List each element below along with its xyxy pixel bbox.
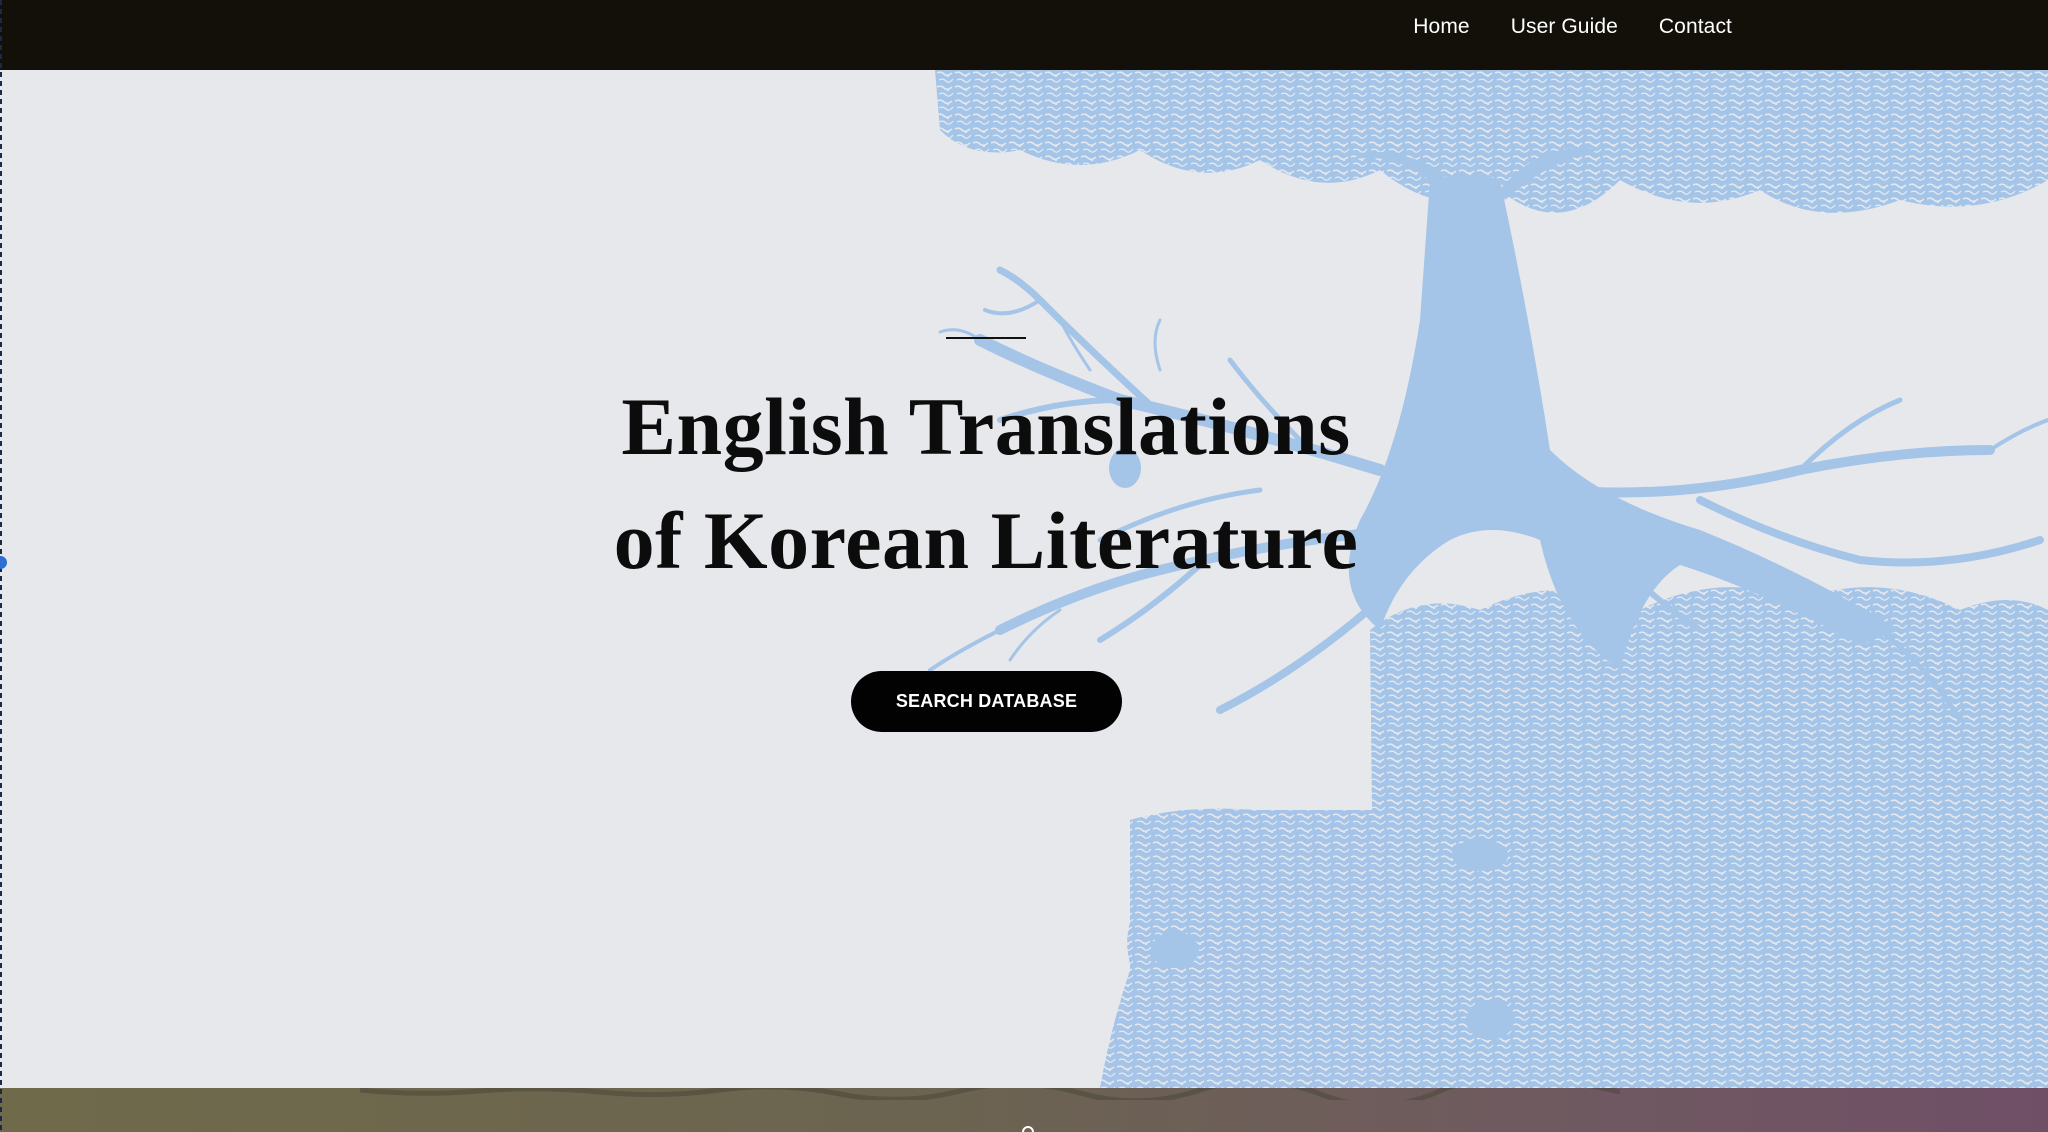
brush-texture-decoration	[360, 1088, 1620, 1100]
hero-section: English Translations of Korean Literatur…	[0, 70, 2048, 1088]
title-accent-line	[946, 337, 1026, 339]
top-navigation-bar: Home User Guide Contact	[0, 0, 2048, 70]
hero-title-line-2: of Korean Literature	[613, 495, 1359, 586]
nav-link-contact[interactable]: Contact	[1659, 15, 1732, 39]
main-nav: Home User Guide Contact	[1413, 0, 1732, 54]
page: Home User Guide Contact English Translat…	[0, 0, 2048, 1132]
search-database-button[interactable]: SEARCH DATABASE	[851, 671, 1122, 732]
hero-title: English Translations of Korean Literatur…	[486, 370, 1486, 598]
hero-content: English Translations of Korean Literatur…	[0, 70, 1972, 1088]
nav-link-user-guide[interactable]: User Guide	[1511, 15, 1618, 39]
hero-title-line-1: English Translations	[621, 381, 1351, 472]
scroll-indicator[interactable]	[1022, 1126, 1034, 1132]
nav-link-home[interactable]: Home	[1413, 15, 1469, 39]
next-section-preview	[0, 1088, 2048, 1132]
